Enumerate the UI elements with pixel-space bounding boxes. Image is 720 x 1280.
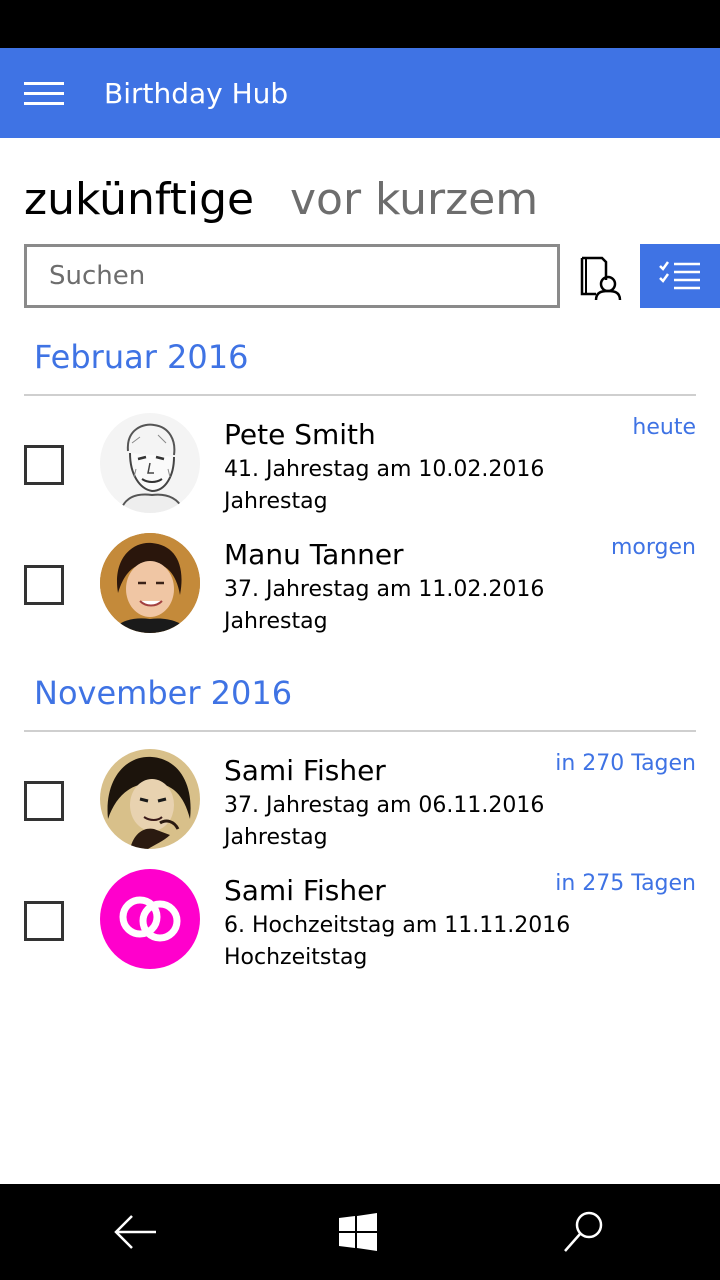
list-item[interactable]: Manu Tanner 37. Jahrestag am 11.02.2016 … xyxy=(0,533,720,653)
anniversary-detail: 6. Hochzeitstag am 11.11.2016 xyxy=(224,913,571,938)
anniversary-detail: 37. Jahrestag am 06.11.2016 xyxy=(224,793,545,818)
list-item[interactable]: Sami Fisher 37. Jahrestag am 06.11.2016 … xyxy=(0,749,720,869)
avatar xyxy=(100,749,200,849)
anniversary-type: Jahrestag xyxy=(224,825,328,850)
anniversary-type: Jahrestag xyxy=(224,489,328,514)
back-button[interactable] xyxy=(112,1208,160,1256)
relative-date: in 270 Tagen xyxy=(555,751,696,776)
app-title: Birthday Hub xyxy=(104,77,289,110)
wedding-rings-icon xyxy=(100,869,200,969)
item-checkbox[interactable] xyxy=(24,565,64,605)
section-header-february: Februar 2016 xyxy=(34,338,249,376)
item-checkbox[interactable] xyxy=(24,445,64,485)
tab-recent[interactable]: vor kurzem xyxy=(290,172,538,228)
contact-name: Sami Fisher xyxy=(224,754,386,787)
section-divider xyxy=(24,394,696,396)
home-button[interactable] xyxy=(334,1208,382,1256)
avatar xyxy=(100,533,200,633)
relative-date: heute xyxy=(632,415,696,440)
search-box xyxy=(24,244,560,308)
anniversary-type: Jahrestag xyxy=(224,609,328,634)
relative-date: morgen xyxy=(611,535,696,560)
search-icon xyxy=(564,1211,603,1252)
list-item[interactable]: Pete Smith 41. Jahrestag am 10.02.2016 J… xyxy=(0,413,720,533)
hamburger-menu-icon[interactable] xyxy=(24,82,64,106)
anniversary-detail: 37. Jahrestag am 11.02.2016 xyxy=(224,577,545,602)
contact-name: Sami Fisher xyxy=(224,874,386,907)
windows-logo-icon xyxy=(339,1213,377,1251)
contact-name: Manu Tanner xyxy=(224,538,404,571)
multi-select-checklist-icon xyxy=(659,261,700,290)
app-bar: Birthday Hub xyxy=(0,48,720,138)
system-nav-bar xyxy=(0,1184,720,1280)
contact-book-icon xyxy=(580,256,622,301)
multi-select-button[interactable] xyxy=(640,244,720,308)
relative-date: in 275 Tagen xyxy=(555,871,696,896)
contact-name: Pete Smith xyxy=(224,418,376,451)
contacts-button[interactable] xyxy=(572,250,628,306)
tab-upcoming[interactable]: zukünftige xyxy=(24,172,254,228)
avatar xyxy=(100,413,200,513)
anniversary-detail: 41. Jahrestag am 10.02.2016 xyxy=(224,457,545,482)
section-header-november: November 2016 xyxy=(34,674,293,712)
status-bar xyxy=(0,0,720,48)
item-checkbox[interactable] xyxy=(24,901,64,941)
section-divider xyxy=(24,730,696,732)
avatar xyxy=(100,869,200,969)
search-button[interactable] xyxy=(560,1208,608,1256)
back-arrow-icon xyxy=(114,1215,156,1249)
list-item[interactable]: Sami Fisher 6. Hochzeitstag am 11.11.201… xyxy=(0,869,720,989)
anniversary-type: Hochzeitstag xyxy=(224,945,368,970)
search-input[interactable] xyxy=(27,247,557,305)
item-checkbox[interactable] xyxy=(24,781,64,821)
